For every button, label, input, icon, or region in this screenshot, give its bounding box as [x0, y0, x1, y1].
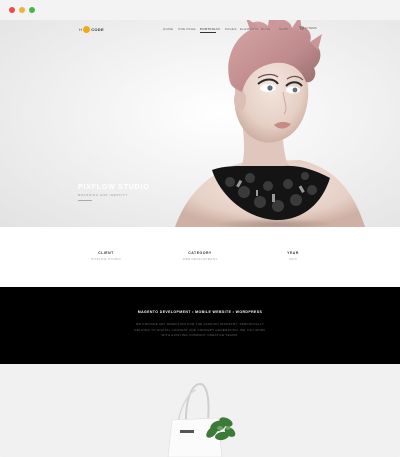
hero-subtitle: BRANDING AND IDENTITY: [78, 193, 128, 197]
hero-divider: [78, 200, 92, 201]
nav-item-elements[interactable]: ELEMENTS: [240, 27, 259, 33]
info-label: YEAR: [287, 251, 299, 255]
cart-button[interactable]: 0 ITEMS: [299, 26, 317, 30]
info-value: PIXFLOW STUDIO: [91, 257, 121, 261]
info-label: CLIENT: [98, 251, 114, 255]
info-category: CATEGORY WEB DEVELOPMENT: [170, 251, 230, 261]
info-client: CLIENT PIXFLOW STUDIO: [76, 251, 136, 261]
nav-active-underline: [200, 32, 216, 33]
close-window-button[interactable]: [9, 7, 15, 13]
services-title: MAGENTO DEVELOPMENT • MOBILE WEBSITE • W…: [137, 310, 263, 314]
site-logo[interactable]: H CODE: [79, 25, 104, 33]
main-navigation: H CODE HOME ONE PAGE PORTFOLIO PAGES ELE…: [0, 20, 400, 38]
product-showcase-section: [0, 364, 400, 457]
logo-mark-icon: [83, 25, 91, 33]
services-description: WE PROVIDE ART DIRECTION FOR THE FASHION…: [134, 322, 266, 337]
tote-bag-image: [167, 382, 236, 457]
browser-window: H CODE HOME ONE PAGE PORTFOLIO PAGES ELE…: [0, 0, 400, 457]
services-band: MAGENTO DEVELOPMENT • MOBILE WEBSITE • W…: [0, 287, 400, 364]
info-value: WEB DEVELOPMENT: [182, 257, 218, 261]
nav-item-blog[interactable]: BLOG: [261, 27, 271, 33]
info-label: CATEGORY: [188, 251, 212, 255]
maximize-window-button[interactable]: [29, 7, 35, 13]
nav-item-one-page[interactable]: ONE PAGE: [178, 27, 196, 33]
info-value: 2015: [289, 257, 297, 261]
nav-item-home[interactable]: HOME: [163, 27, 173, 33]
info-year: YEAR 2015: [263, 251, 323, 261]
minimize-window-button[interactable]: [19, 7, 25, 13]
hero-title: PIXFLOW STUDIO: [78, 184, 150, 191]
nav-item-pages[interactable]: PAGES: [225, 27, 237, 33]
nav-item-shop[interactable]: SHOP: [279, 27, 289, 33]
cart-label: 0 ITEMS: [305, 26, 317, 30]
window-titlebar: [0, 0, 400, 20]
hero-section: H CODE HOME ONE PAGE PORTFOLIO PAGES ELE…: [0, 20, 400, 227]
logo-text-prefix: H: [79, 26, 83, 32]
logo-text: CODE: [91, 26, 104, 32]
project-info-strip: CLIENT PIXFLOW STUDIO CATEGORY WEB DEVEL…: [0, 227, 400, 287]
cart-icon: [299, 26, 304, 30]
hero-portrait-image: [175, 20, 365, 227]
